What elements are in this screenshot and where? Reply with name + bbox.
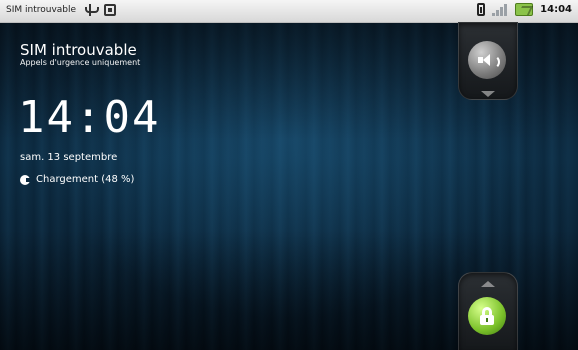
chevron-up-icon xyxy=(481,281,495,287)
carrier-label: SIM introuvable xyxy=(20,41,137,59)
charging-text: Chargement (48 %) xyxy=(36,174,135,185)
unlock-button[interactable] xyxy=(468,297,506,335)
battery-icon xyxy=(477,3,486,16)
sd-card-icon xyxy=(104,4,117,16)
charging-status: Chargement (48 %) xyxy=(20,174,134,185)
sound-toggle-button[interactable] xyxy=(468,41,506,79)
sound-icon xyxy=(478,52,500,69)
unlock-icon xyxy=(479,307,495,325)
usb-icon xyxy=(84,4,100,16)
status-left: SIM introuvable xyxy=(6,4,117,16)
lockscreen-carrier: SIM introuvable Appels d'urgence uniquem… xyxy=(20,42,140,68)
sound-toggle-tab[interactable] xyxy=(458,22,518,100)
battery-status-icon xyxy=(515,3,534,16)
lockscreen: SIM introuvable 14:04 SIM introuvable Ap… xyxy=(0,0,578,350)
carrier-sub-label: Appels d'urgence uniquement xyxy=(20,58,141,67)
signal-icon xyxy=(492,3,508,16)
status-carrier-text: SIM introuvable xyxy=(6,5,77,15)
chevron-down-icon xyxy=(481,91,495,97)
lockscreen-time: 14:04 xyxy=(18,92,161,143)
unlock-tab[interactable] xyxy=(458,272,518,350)
lockscreen-date: sam. 13 septembre xyxy=(20,152,118,163)
status-bar[interactable]: SIM introuvable 14:04 xyxy=(0,0,578,23)
status-clock: 14:04 xyxy=(540,4,572,15)
status-right: 14:04 xyxy=(477,3,572,16)
charging-icon xyxy=(20,174,32,185)
